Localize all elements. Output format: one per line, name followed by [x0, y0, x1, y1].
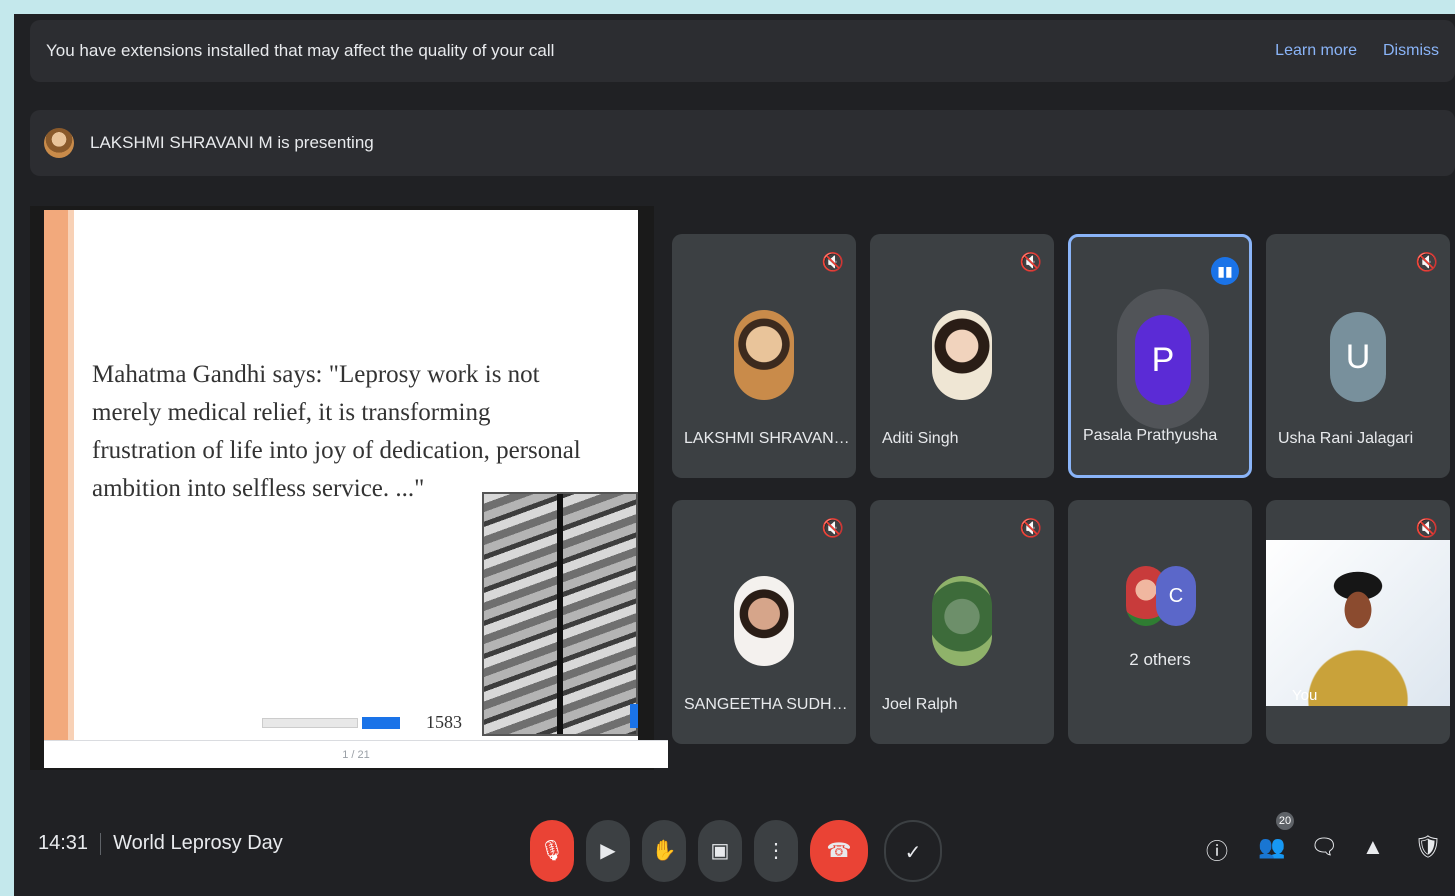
activities-icon[interactable]: ▲ — [1362, 834, 1384, 860]
caption-box — [262, 717, 358, 728]
participant-tile[interactable]: 🔇 Aditi Singh — [870, 234, 1054, 478]
avatar: C — [1156, 566, 1196, 626]
participant-name: Usha Rani Jalagari — [1278, 430, 1414, 447]
raise-hand-button[interactable]: ✋ — [642, 820, 686, 882]
speaking-icon: ▮▮ — [1211, 257, 1239, 285]
participant-name: Aditi Singh — [882, 430, 959, 447]
others-label: 2 others — [1129, 650, 1191, 669]
banner-message: You have extensions installed that may a… — [46, 41, 555, 60]
mic-off-icon: 🔇 — [821, 518, 844, 538]
avatar: P — [1135, 315, 1191, 405]
bottom-controls: 14:31 World Leprosy Day 🎙 ▶ ✋ ▣ ⋮ ☎ ✓ ⓘ … — [14, 794, 1455, 896]
slide-quote: Mahatma Gandhi says: "Leprosy work is no… — [92, 361, 581, 502]
end-call-icon: ☎ — [826, 840, 852, 862]
participant-name: Joel Ralph — [882, 696, 958, 713]
mic-off-icon: 🔇 — [1019, 518, 1042, 538]
reaction-icon: ✓ — [904, 842, 922, 864]
meeting-title: World Leprosy Day — [113, 832, 283, 854]
divider — [100, 832, 102, 855]
slide-photo — [482, 492, 638, 736]
participant-tile[interactable]: 🔇 Joel Ralph — [870, 500, 1054, 744]
participant-tile-speaking[interactable]: ▮▮ P Pasala Prathyusha — [1068, 234, 1252, 478]
slide-stripe — [44, 210, 68, 740]
others-tile[interactable]: C 2 others — [1068, 500, 1252, 744]
participant-tile[interactable]: 🔇 LAKSHMI SHRAVANI M — [672, 234, 856, 478]
self-video: You — [1266, 540, 1450, 706]
presentation-area[interactable]: Mahatma Gandhi says: "Leprosy work is no… — [30, 206, 668, 770]
slide-caption: 1583 — [262, 712, 462, 733]
participant-name: SANGEETHA SUDHA ... — [684, 696, 852, 713]
caption-button — [362, 716, 400, 729]
info-icon[interactable]: ⓘ — [1206, 834, 1228, 866]
avatar — [932, 310, 992, 400]
learn-more-link[interactable]: Learn more — [1275, 42, 1357, 60]
self-label: You — [1292, 687, 1318, 704]
mic-off-icon: 🔇 — [1019, 252, 1042, 272]
avatar — [734, 576, 794, 666]
slide-page-strip: 1 / 21 — [44, 740, 668, 768]
extension-warning-banner: You have extensions installed that may a… — [30, 20, 1455, 82]
avatar — [734, 310, 794, 400]
dismiss-link[interactable]: Dismiss — [1383, 42, 1439, 60]
participant-name: Pasala Prathyusha — [1083, 427, 1218, 444]
mic-off-icon: 🔇 — [1415, 518, 1438, 538]
leave-call-button[interactable]: ☎ — [810, 820, 868, 882]
participant-tile[interactable]: 🔇 U Usha Rani Jalagari — [1266, 234, 1450, 478]
camera-icon: ▶ — [600, 840, 616, 862]
meeting-time: 14:31 — [38, 832, 89, 854]
slide-stripe-inner — [68, 210, 74, 740]
camera-toggle-button[interactable]: ▶ — [586, 820, 630, 882]
mic-off-icon: 🎙 — [539, 840, 565, 862]
people-icon[interactable]: 👥 — [1258, 834, 1285, 860]
hand-icon: ✋ — [651, 840, 677, 862]
others-avatars: C — [1126, 566, 1206, 626]
mic-toggle-button[interactable]: 🎙 — [530, 820, 574, 882]
participant-name: LAKSHMI SHRAVANI M — [684, 430, 852, 447]
host-controls-icon[interactable]: 🛡 — [1414, 834, 1442, 860]
presenter-bar: LAKSHMI SHRAVANI M is presenting — [30, 110, 1455, 176]
expand-icon[interactable] — [630, 704, 638, 728]
slide-year: 1583 — [426, 712, 462, 732]
slide: Mahatma Gandhi says: "Leprosy work is no… — [44, 210, 638, 740]
reaction-button[interactable]: ✓ — [884, 820, 942, 882]
participant-count-badge: 20 — [1276, 812, 1294, 830]
meeting-info: 14:31 World Leprosy Day — [38, 832, 283, 855]
more-options-button[interactable]: ⋮ — [754, 820, 798, 882]
present-button[interactable]: ▣ — [698, 820, 742, 882]
mic-off-icon: 🔇 — [821, 252, 844, 272]
participant-tile[interactable]: 🔇 SANGEETHA SUDHA ... — [672, 500, 856, 744]
mic-off-icon: 🔇 — [1415, 252, 1438, 272]
self-tile[interactable]: You 🔇 — [1266, 500, 1450, 744]
present-icon: ▣ — [710, 840, 730, 862]
chat-icon[interactable]: 🗨 — [1310, 834, 1338, 860]
presenter-avatar — [44, 128, 74, 158]
meet-app: You have extensions installed that may a… — [14, 14, 1455, 896]
avatar — [932, 576, 992, 666]
more-vert-icon: ⋮ — [766, 840, 786, 862]
presenter-text: LAKSHMI SHRAVANI M is presenting — [90, 133, 374, 152]
avatar: U — [1330, 312, 1386, 402]
